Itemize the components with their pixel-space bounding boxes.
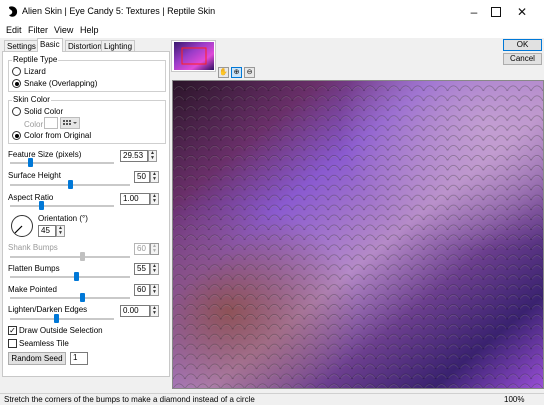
zoom-level: 100% xyxy=(504,395,525,404)
preview-canvas[interactable] xyxy=(172,80,544,389)
shank-bumps-label: Shank Bumps xyxy=(8,243,58,252)
surface-height-slider[interactable] xyxy=(67,180,73,189)
alien-skin-logo-icon xyxy=(9,6,18,17)
flatten-bumps-label: Flatten Bumps xyxy=(8,264,60,273)
close-icon: ✕ xyxy=(516,5,528,19)
lighten-darken-input[interactable]: 0.00 xyxy=(120,305,150,317)
radio-lizard[interactable] xyxy=(12,67,21,76)
aspect-ratio-label: Aspect Ratio xyxy=(8,193,54,202)
color-label: Color xyxy=(24,120,44,129)
hand-icon: ✋ xyxy=(219,69,228,76)
radio-lizard-label: Lizard xyxy=(24,67,46,76)
lighten-darken-spinner[interactable]: ▲ ▼ xyxy=(150,305,159,317)
zoom-in-tool-button[interactable]: ⊕ xyxy=(231,67,242,78)
aspect-ratio-input[interactable]: 1.00 xyxy=(120,193,150,205)
seamless-tile-checkbox[interactable] xyxy=(8,339,17,348)
zoom-out-icon: ⊖ xyxy=(246,69,253,76)
radio-snake[interactable] xyxy=(12,79,21,88)
lighten-darken-label: Lighten/Darken Edges xyxy=(8,305,88,314)
make-pointed-spinner[interactable]: ▲ ▼ xyxy=(150,284,159,296)
menu-help[interactable]: Help xyxy=(80,25,99,35)
flatten-bumps-input[interactable]: 55 xyxy=(134,263,150,275)
make-pointed-input[interactable]: 60 xyxy=(134,284,150,296)
orientation-dial[interactable] xyxy=(10,214,34,238)
radio-color-from-original[interactable] xyxy=(12,131,21,140)
tab-basic[interactable]: Basic xyxy=(37,38,63,52)
orientation-input[interactable]: 45 xyxy=(38,225,56,237)
orientation-label: Orientation (°) xyxy=(38,214,88,223)
reptile-type-legend: Reptile Type xyxy=(12,55,59,64)
zoom-out-tool-button[interactable]: ⊖ xyxy=(244,67,255,78)
hand-tool-button[interactable]: ✋ xyxy=(218,67,229,78)
feature-size-slider[interactable] xyxy=(28,158,34,167)
palette-grid-icon xyxy=(63,120,77,125)
shank-bumps-slider xyxy=(79,252,85,261)
lighten-darken-track xyxy=(10,318,114,320)
seamless-tile-label: Seamless Tile xyxy=(19,339,69,348)
color-swatch[interactable] xyxy=(44,117,58,129)
random-seed-input[interactable]: 1 xyxy=(70,352,88,365)
ok-button[interactable]: OK xyxy=(503,39,542,51)
aspect-ratio-slider[interactable] xyxy=(38,201,44,210)
surface-height-label: Surface Height xyxy=(8,171,61,180)
feature-size-label: Feature Size (pixels) xyxy=(8,150,82,159)
draw-outside-selection-label: Draw Outside Selection xyxy=(19,326,103,335)
close-button[interactable]: ✕ xyxy=(500,0,544,24)
aspect-ratio-spinner[interactable]: ▲ ▼ xyxy=(150,193,159,205)
flatten-bumps-track xyxy=(10,276,130,278)
make-pointed-slider[interactable] xyxy=(79,293,85,302)
skin-color-legend: Skin Color xyxy=(12,95,51,104)
window-title: Alien Skin | Eye Candy 5: Textures | Rep… xyxy=(22,6,216,16)
shank-bumps-input: 60 xyxy=(134,243,150,255)
menu-filter[interactable]: Filter xyxy=(28,25,48,35)
feature-size-spinner[interactable]: ▲ ▼ xyxy=(148,150,157,162)
radio-solid-color[interactable] xyxy=(12,107,21,116)
status-message: Stretch the corners of the bumps to make… xyxy=(4,395,255,404)
flatten-bumps-slider[interactable] xyxy=(73,272,79,281)
navigator-thumbnail[interactable] xyxy=(174,42,214,70)
orientation-spinner[interactable]: ▲ ▼ xyxy=(56,225,65,237)
flatten-bumps-spinner[interactable]: ▲ ▼ xyxy=(150,263,159,275)
zoom-in-icon: ⊕ xyxy=(233,69,240,76)
radio-solid-color-label: Solid Color xyxy=(24,107,64,116)
radio-color-from-original-label: Color from Original xyxy=(24,131,92,140)
shank-bumps-spinner: ▲ ▼ xyxy=(150,243,159,255)
lighten-darken-slider[interactable] xyxy=(54,314,60,323)
radio-snake-label: Snake (Overlapping) xyxy=(24,79,98,88)
feature-size-track xyxy=(10,162,114,164)
color-palette-dropdown[interactable] xyxy=(60,117,80,129)
surface-height-spinner[interactable]: ▲ ▼ xyxy=(150,171,159,183)
menu-view[interactable]: View xyxy=(54,25,73,35)
surface-height-input[interactable]: 50 xyxy=(134,171,150,183)
make-pointed-track xyxy=(10,297,130,299)
aspect-ratio-track xyxy=(10,205,114,207)
draw-outside-selection-checkbox[interactable]: ✓ xyxy=(8,326,17,335)
shank-bumps-track xyxy=(10,256,130,258)
cancel-button[interactable]: Cancel xyxy=(503,53,542,65)
random-seed-button[interactable]: Random Seed xyxy=(8,352,66,365)
menu-edit[interactable]: Edit xyxy=(6,25,22,35)
make-pointed-label: Make Pointed xyxy=(8,285,57,294)
feature-size-input[interactable]: 29.53 xyxy=(120,150,148,162)
